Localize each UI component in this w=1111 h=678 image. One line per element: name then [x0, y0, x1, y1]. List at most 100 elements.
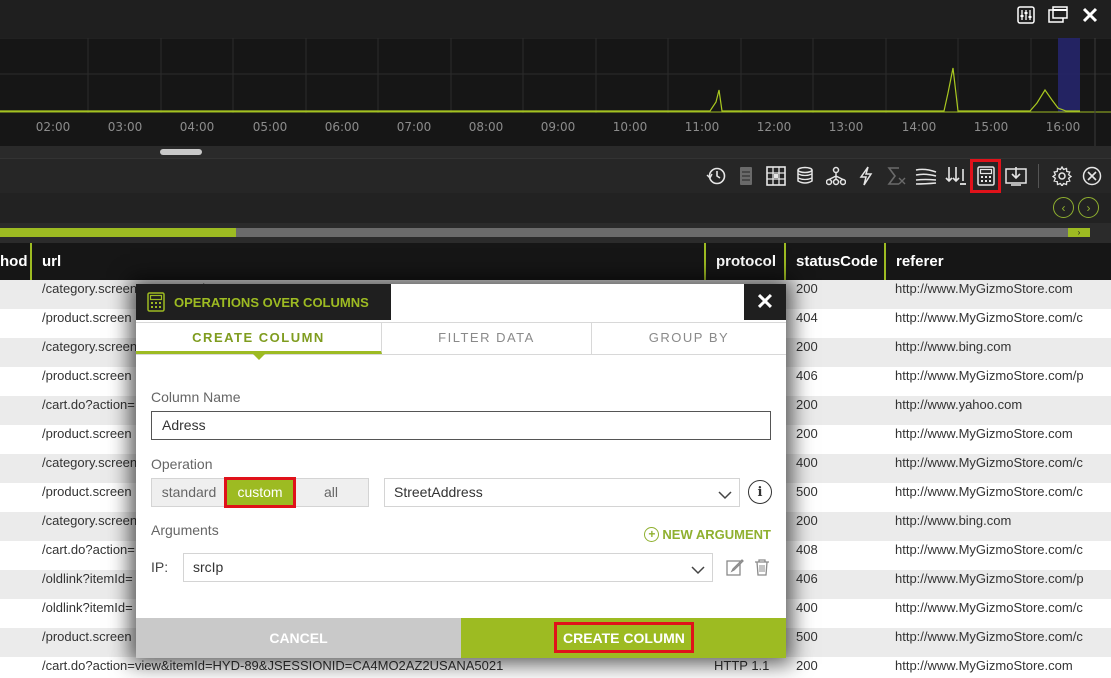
column-header-url[interactable]: url	[30, 243, 704, 280]
table-cell-referer: http://www.MyGizmoStore.com/c	[895, 455, 1083, 470]
next-page-button[interactable]: ›	[1078, 197, 1099, 218]
horizontal-scrollbar[interactable]: ›	[0, 228, 1090, 237]
table-cell-status: 200	[796, 658, 818, 673]
table-cell-status: 406	[796, 571, 818, 586]
timeline-tick-label: 15:00	[973, 120, 1009, 134]
tab-group-by[interactable]: GROUP BY	[592, 322, 786, 354]
toolbar	[0, 158, 1111, 193]
create-column-button[interactable]: CREATE COLUMN	[461, 618, 786, 658]
info-icon[interactable]: i	[748, 480, 772, 504]
column-name-input[interactable]: Adress	[151, 411, 771, 440]
table-cell-status: 406	[796, 368, 818, 383]
operation-custom-option[interactable]: custom	[224, 477, 296, 508]
chevron-down-icon	[717, 485, 733, 501]
table-cell-referer: http://www.MyGizmoStore.com/c	[895, 542, 1083, 557]
scrollbar-thumb[interactable]	[160, 149, 202, 155]
modal-close-button[interactable]: ✕	[744, 284, 786, 320]
timeline-tick-label: 10:00	[612, 120, 648, 134]
close-icon[interactable]	[1079, 4, 1101, 26]
trash-icon[interactable]	[753, 558, 771, 576]
grid-icon[interactable]	[764, 163, 787, 189]
edit-icon[interactable]	[726, 558, 744, 576]
operations-modal: OPERATIONS OVER COLUMNS ✕ CREATE COLUMN …	[136, 284, 786, 658]
table-cell-status: 200	[796, 426, 818, 441]
column-header-referer[interactable]: referer	[884, 243, 1111, 280]
timeline-tick-label: 11:00	[684, 120, 720, 134]
create-column-label: CREATE COLUMN	[554, 622, 694, 653]
progress-row: ›	[0, 223, 1111, 243]
tab-create-column[interactable]: CREATE COLUMN	[136, 322, 382, 360]
operation-select[interactable]: StreetAddress	[384, 478, 740, 507]
argument-select[interactable]: srcIp	[183, 553, 713, 582]
table-cell-referer: http://www.MyGizmoStore.com/p	[895, 368, 1084, 383]
lines-icon[interactable]	[914, 163, 937, 189]
top-bar	[0, 0, 1111, 38]
timeline-tick-label: 16:00	[1045, 120, 1081, 134]
timeline-chart[interactable]: 02:00 03:00 04:00 05:00 06:00 07:00 08:00 09:00…	[0, 38, 1111, 146]
sigma-icon[interactable]	[884, 163, 907, 189]
operation-standard-option[interactable]: standard	[152, 479, 226, 506]
table-cell-status: 200	[796, 281, 818, 296]
table-cell-status: 408	[796, 542, 818, 557]
column-header-method[interactable]: hod	[0, 243, 30, 280]
argument-select-value: srcIp	[193, 559, 224, 575]
database-icon[interactable]	[794, 163, 817, 189]
table-cell-referer: http://www.MyGizmoStore.com/c	[895, 600, 1083, 615]
window-icon[interactable]	[1047, 4, 1069, 26]
prev-page-button[interactable]: ‹	[1053, 197, 1074, 218]
table-cell-status: 500	[796, 484, 818, 499]
operation-segmented-control: standard custom all	[151, 477, 369, 508]
timeline-tick-label: 08:00	[468, 120, 504, 134]
timeline-scrollbar[interactable]	[0, 146, 1111, 158]
column-header-statuscode[interactable]: statusCode	[784, 243, 884, 280]
timeline-tick-label: 02:00	[35, 120, 71, 134]
table-row[interactable]: /cart.do?action=view&itemId=HYD-89&JSESS…	[0, 657, 1111, 678]
timeline-tick-label: 06:00	[324, 120, 360, 134]
nav-row: ‹ ›	[0, 193, 1111, 223]
arguments-label: Arguments	[151, 522, 219, 538]
modal-title: OPERATIONS OVER COLUMNS	[174, 294, 369, 310]
table-cell-referer: http://www.bing.com	[895, 339, 1012, 354]
timeline-tick-label: 14:00	[901, 120, 937, 134]
modal-footer: CANCEL CREATE COLUMN	[136, 618, 786, 658]
tree-icon[interactable]	[824, 163, 847, 189]
table-cell-protocol: HTTP 1.1	[714, 658, 770, 673]
timeline-tick-label: 03:00	[107, 120, 143, 134]
scrollbar-fill[interactable]	[0, 228, 236, 237]
app-window: 02:00 03:00 04:00 05:00 06:00 07:00 08:00 09:00…	[0, 0, 1111, 678]
table-header: hod url protocol statusCode referer	[0, 243, 1111, 280]
calculator-icon[interactable]	[970, 159, 1001, 193]
table-cell-status: 200	[796, 513, 818, 528]
table-cell-status: 200	[796, 397, 818, 412]
close-circle-icon[interactable]	[1080, 163, 1103, 189]
table-cell-referer: http://www.yahoo.com	[895, 397, 1023, 412]
column-name-label: Column Name	[151, 389, 241, 405]
history-icon[interactable]	[704, 163, 727, 189]
table-cell-referer: http://www.MyGizmoStore.com	[895, 658, 1073, 673]
calculator-icon	[147, 292, 167, 312]
timeline-tick-label: 12:00	[756, 120, 792, 134]
tab-filter-data[interactable]: FILTER DATA	[382, 322, 592, 354]
download-icon[interactable]	[1004, 163, 1027, 189]
scroll-right-arrow-icon[interactable]: ›	[1068, 228, 1090, 237]
table-cell-referer: http://www.MyGizmoStore.com	[895, 426, 1073, 441]
timeline-tick-label: 04:00	[179, 120, 215, 134]
column-header-protocol[interactable]: protocol	[704, 243, 784, 280]
table-cell-referer: http://www.bing.com	[895, 513, 1012, 528]
cancel-button[interactable]: CANCEL	[136, 618, 461, 658]
operation-label: Operation	[151, 456, 213, 472]
timeline-tick-label: 07:00	[396, 120, 432, 134]
arrows-down-icon[interactable]	[944, 163, 967, 189]
document-icon[interactable]	[734, 163, 757, 189]
new-argument-button[interactable]: + NEW ARGUMENT	[644, 527, 771, 542]
table-cell-referer: http://www.MyGizmoStore.com/c	[895, 629, 1083, 644]
sliders-icon[interactable]	[1015, 4, 1037, 26]
table-cell-referer: http://www.MyGizmoStore.com	[895, 281, 1073, 296]
lightning-icon[interactable]	[854, 163, 877, 189]
plus-circle-icon: +	[644, 527, 660, 542]
timeline-tick-label: 13:00	[828, 120, 864, 134]
operation-all-option[interactable]: all	[294, 479, 368, 506]
table-cell-status: 400	[796, 600, 818, 615]
chevron-down-icon	[690, 560, 706, 576]
gear-icon[interactable]	[1050, 163, 1073, 189]
